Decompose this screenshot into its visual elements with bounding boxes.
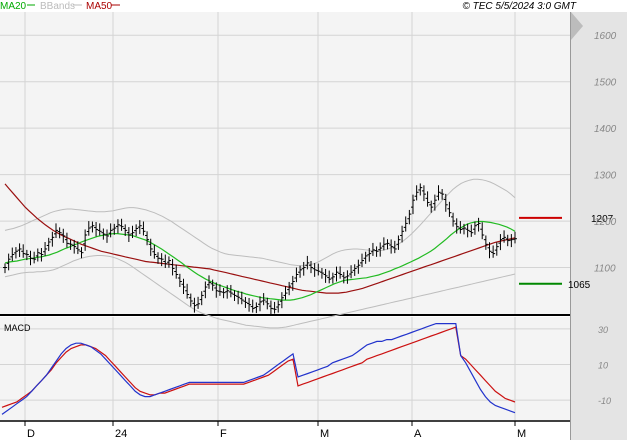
macd-y-tick-label: -10 <box>598 396 611 406</box>
support-label: 1065 <box>568 280 591 291</box>
legend-ma50-label: MA50 <box>86 1 113 12</box>
stock-chart: 1207 1065 1100 1200 1300 1400 1500 1600 30 10 -10… <box>0 0 627 440</box>
price-y-tick-label: 1100 <box>594 264 616 275</box>
chart-svg: 12071065 1100120013001400150016003010-10… <box>0 1 627 440</box>
price-y-tick-label: 1200 <box>594 217 617 228</box>
x-tick-label: A <box>414 428 422 440</box>
x-tick-labels: D 24 F M A M <box>24 421 526 440</box>
price-y-tick-label: 1600 <box>594 31 617 42</box>
x-tick-label: D <box>27 428 35 440</box>
macd-title: MACD <box>4 323 31 333</box>
x-tick-label: F <box>220 428 227 440</box>
price-panel-bg <box>0 12 570 314</box>
x-tick-label: M <box>320 428 329 440</box>
legend-bbands-label: BBands <box>40 1 75 12</box>
macd-panel-bg <box>0 317 570 420</box>
macd-y-tick-label: 30 <box>598 325 608 335</box>
legend: MA20 BBands MA50 <box>0 1 120 12</box>
price-y-tick-label: 1300 <box>594 171 617 182</box>
x-tick-label: M <box>517 428 526 440</box>
macd-y-tick-label: 10 <box>598 361 608 371</box>
price-y-tick-label: 1400 <box>594 124 617 135</box>
legend-ma20-label: MA20 <box>0 1 27 12</box>
price-y-tick-label: 1500 <box>594 78 617 89</box>
x-tick-label: 24 <box>115 428 127 440</box>
source-timestamp: © TEC 5/5/2024 3:0 GMT <box>462 1 576 12</box>
